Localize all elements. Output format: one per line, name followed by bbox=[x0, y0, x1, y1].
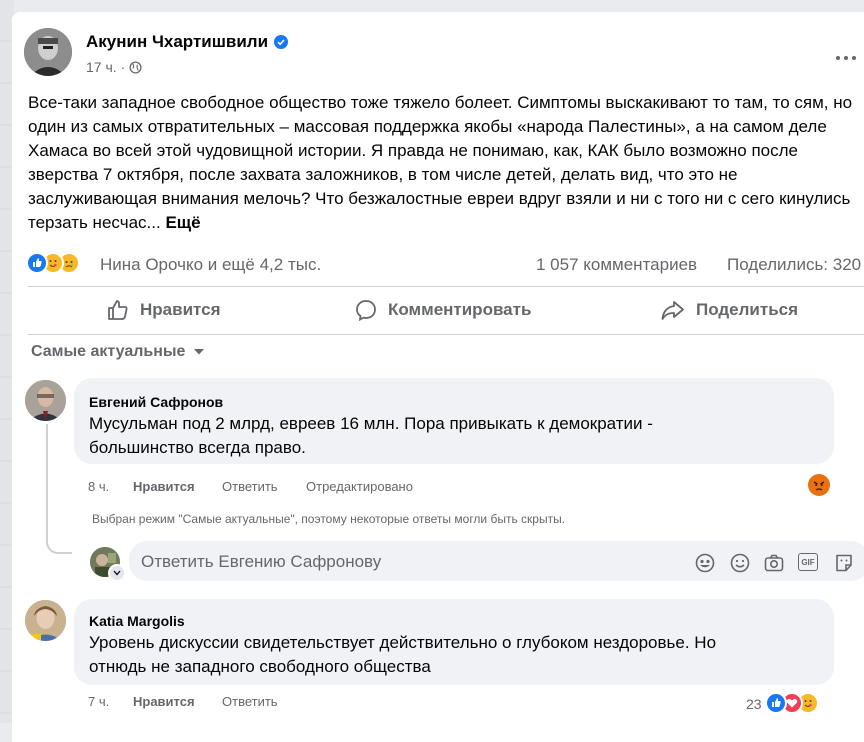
comment-timestamp[interactable]: 7 ч. bbox=[88, 694, 109, 709]
reactions-summary[interactable] bbox=[26, 252, 86, 274]
comment-text-line: отнюдь не западного свободного общества bbox=[89, 657, 431, 676]
comment-timestamp[interactable]: 8 ч. bbox=[88, 479, 109, 494]
emoji-icon[interactable] bbox=[729, 552, 751, 579]
reactions-names[interactable]: Нина Орочко и ещё 4,2 тыс. bbox=[100, 255, 321, 275]
chevron-down-icon bbox=[193, 348, 205, 356]
post-text: Все-таки западное свободное общество тож… bbox=[28, 93, 853, 232]
thread-line bbox=[46, 424, 72, 554]
like-button[interactable]: Нравится bbox=[106, 297, 221, 323]
share-button[interactable]: Поделиться bbox=[660, 297, 798, 323]
comment-edited-label[interactable]: Отредактировано bbox=[306, 479, 413, 494]
comment-button[interactable]: Комментировать bbox=[354, 297, 531, 323]
shares-count[interactable]: Поделились: 320 bbox=[727, 255, 861, 275]
comment-icon bbox=[354, 298, 378, 322]
sticker-icon[interactable] bbox=[833, 552, 855, 579]
verified-badge-icon bbox=[274, 35, 289, 49]
comment-reactions[interactable] bbox=[765, 692, 825, 714]
comments-count[interactable]: 1 057 комментариев bbox=[536, 255, 697, 275]
divider-bottom bbox=[28, 334, 864, 335]
author-avatar[interactable] bbox=[24, 28, 72, 76]
comment-reply-button[interactable]: Ответить bbox=[222, 479, 278, 494]
sort-notice: Выбран режим "Самые актуальные", поэтому… bbox=[92, 512, 566, 526]
comment-like-button[interactable]: Нравится bbox=[133, 694, 195, 709]
comment-like-button[interactable]: Нравится bbox=[133, 479, 195, 494]
avatar-sticker-icon[interactable] bbox=[694, 552, 716, 579]
camera-icon[interactable] bbox=[763, 552, 785, 579]
comment-avatar[interactable] bbox=[25, 600, 66, 641]
comment-text-line: большинство всегда право. bbox=[89, 438, 306, 457]
avatar-dropdown-badge[interactable] bbox=[108, 564, 126, 582]
like-reaction-icon bbox=[26, 252, 48, 274]
post-options-button[interactable] bbox=[836, 52, 860, 64]
post-author-name[interactable]: Акунин Чхартишвили bbox=[86, 32, 268, 52]
globe-icon bbox=[129, 60, 142, 74]
comment-author[interactable]: Евгений Сафронов bbox=[89, 394, 223, 410]
like-icon bbox=[106, 298, 130, 322]
post-card: Акунин Чхартишвили 17 ч. · Все-таки запа… bbox=[12, 12, 864, 742]
divider-top bbox=[28, 286, 864, 287]
see-more-link[interactable]: Ещё bbox=[165, 213, 200, 232]
share-icon bbox=[660, 298, 686, 322]
meta-dot: · bbox=[120, 59, 126, 75]
gif-icon[interactable]: GIF bbox=[798, 553, 818, 571]
angry-reaction-icon[interactable] bbox=[808, 474, 830, 496]
comment-reply-button[interactable]: Ответить bbox=[222, 694, 278, 709]
comment-sort-dropdown[interactable]: Самые актуальные bbox=[31, 343, 205, 361]
comment-avatar[interactable] bbox=[25, 380, 66, 421]
like-reaction-icon bbox=[765, 692, 787, 714]
comment-author[interactable]: Katia Margolis bbox=[89, 613, 185, 629]
comment-text-line: Мусульман под 2 млрд, евреев 16 млн. Пор… bbox=[89, 414, 653, 433]
post-timestamp[interactable]: 17 ч. bbox=[86, 59, 117, 75]
comment-reactions-count[interactable]: 23 bbox=[746, 696, 762, 712]
comment-text-line: Уровень дискуссии свидетельствует действ… bbox=[89, 633, 717, 652]
reply-placeholder: Ответить Евгению Сафронову bbox=[141, 552, 382, 571]
